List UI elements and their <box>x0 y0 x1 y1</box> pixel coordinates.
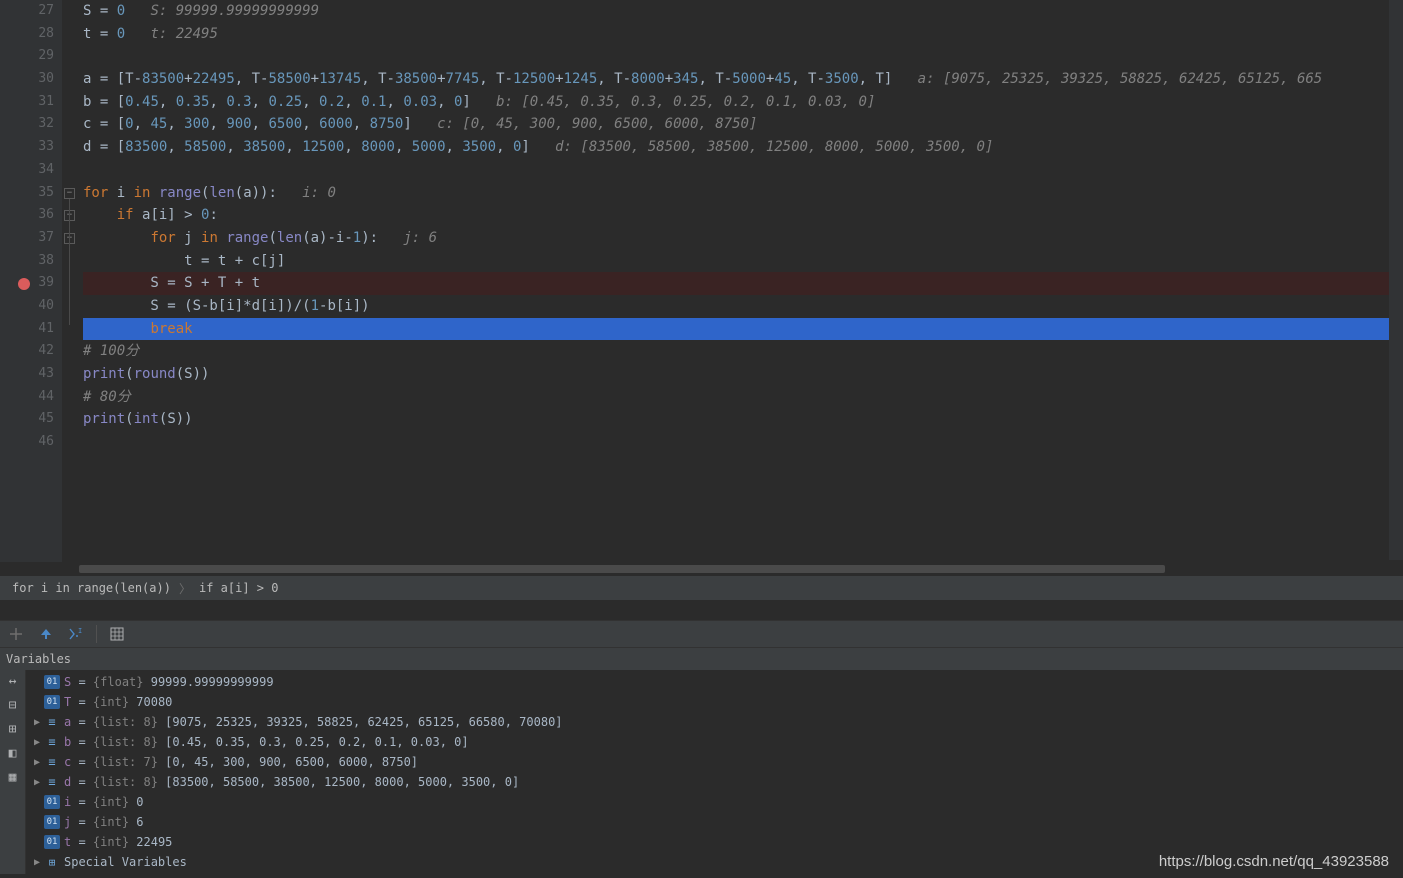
fold-column[interactable]: −−− <box>62 0 79 562</box>
breadcrumb-item[interactable]: if a[i] > 0 <box>199 581 278 595</box>
line-number[interactable]: 45 <box>21 408 54 431</box>
variable-type-icon: ≡ <box>44 755 60 769</box>
code-line[interactable]: for j in range(len(a)-i-1): j: 6 <box>83 227 1403 250</box>
variable-row[interactable]: ▶01j = {int} 6 <box>26 812 1403 832</box>
code-line[interactable]: if a[i] > 0: <box>83 204 1403 227</box>
line-number[interactable]: 44 <box>21 386 54 409</box>
variable-type-icon: ≡ <box>44 715 60 729</box>
variable-type-icon: 01 <box>44 695 60 709</box>
line-number[interactable]: 29 <box>21 45 54 68</box>
horizontal-scrollbar[interactable] <box>79 562 1403 576</box>
variable-type-icon: ≡ <box>44 735 60 749</box>
scrollbar-thumb[interactable] <box>79 565 1165 573</box>
watermark-text: https://blog.csdn.net/qq_43923588 <box>1159 853 1389 870</box>
code-line[interactable] <box>83 159 1403 182</box>
tool-icon[interactable]: ⊟ <box>4 698 22 716</box>
tool-icon[interactable]: ⊞ <box>4 722 22 740</box>
left-margin <box>0 0 17 562</box>
fold-toggle-icon[interactable]: − <box>64 188 75 199</box>
variable-row[interactable]: ▶01t = {int} 22495 <box>26 832 1403 852</box>
line-number[interactable]: 39 <box>21 272 54 295</box>
breadcrumb-item[interactable]: for i in range(len(a)) <box>12 581 171 595</box>
code-lines[interactable]: S = 0 S: 99999.99999999999t = 0 t: 22495… <box>79 0 1403 562</box>
code-line[interactable]: d = [83500, 58500, 38500, 12500, 8000, 5… <box>83 136 1403 159</box>
code-line[interactable]: S = 0 S: 99999.99999999999 <box>83 0 1403 23</box>
line-number[interactable]: 32 <box>21 113 54 136</box>
line-number[interactable]: 27 <box>21 0 54 23</box>
variable-type-icon: ≡ <box>44 775 60 789</box>
code-line[interactable]: # 80分 <box>83 386 1403 409</box>
code-line[interactable]: t = 0 t: 22495 <box>83 23 1403 46</box>
code-area[interactable]: 2728293031323334353637383940414243444546… <box>0 0 1403 562</box>
code-line[interactable]: a = [T-83500+22495, T-58500+13745, T-385… <box>83 68 1403 91</box>
variables-panel-header[interactable]: Variables <box>0 648 1403 670</box>
right-marker-gutter <box>1389 0 1403 560</box>
line-number[interactable]: 28 <box>21 23 54 46</box>
code-line[interactable] <box>83 431 1403 454</box>
line-number[interactable]: 46 <box>21 431 54 454</box>
breakpoint-icon[interactable] <box>18 278 30 290</box>
code-line[interactable]: print(int(S)) <box>83 408 1403 431</box>
line-number[interactable]: 33 <box>21 136 54 159</box>
breadcrumb[interactable]: for i in range(len(a)) 〉 if a[i] > 0 <box>0 576 1403 600</box>
variables-side-toolbar: ↔ ⊟ ⊞ ◧ ▦ <box>0 670 26 874</box>
variable-row[interactable]: ▶≡d = {list: 8} [83500, 58500, 38500, 12… <box>26 772 1403 792</box>
code-line[interactable]: c = [0, 45, 300, 900, 6500, 6000, 8750] … <box>83 113 1403 136</box>
line-number[interactable]: 42 <box>21 340 54 363</box>
variable-type-icon: 01 <box>44 815 60 829</box>
variables-tree[interactable]: ▶01S = {float} 99999.99999999999▶01T = {… <box>26 670 1403 874</box>
line-number[interactable]: 40 <box>21 295 54 318</box>
toolbar-separator <box>96 625 97 643</box>
expand-arrow-icon[interactable]: ▶ <box>30 737 44 748</box>
variable-row[interactable]: ▶01i = {int} 0 <box>26 792 1403 812</box>
collapse-icon[interactable]: ↔ <box>4 674 22 692</box>
code-line[interactable]: S = S + T + t <box>83 272 1403 295</box>
code-line[interactable]: break <box>83 318 1403 341</box>
add-watch-icon[interactable] <box>6 624 26 644</box>
variable-row[interactable]: ▶01S = {float} 99999.99999999999 <box>26 672 1403 692</box>
code-line[interactable]: b = [0.45, 0.35, 0.3, 0.25, 0.2, 0.1, 0.… <box>83 91 1403 114</box>
code-line[interactable]: print(round(S)) <box>83 363 1403 386</box>
expand-arrow-icon[interactable]: ▶ <box>30 717 44 728</box>
variable-row[interactable]: ▶01T = {int} 70080 <box>26 692 1403 712</box>
variable-row[interactable]: ▶≡b = {list: 8} [0.45, 0.35, 0.3, 0.25, … <box>26 732 1403 752</box>
expand-arrow-icon[interactable]: ▶ <box>30 757 44 768</box>
line-number[interactable]: 35 <box>21 182 54 205</box>
tool-icon[interactable]: ◧ <box>4 746 22 764</box>
variable-row[interactable]: ▶≡c = {list: 7} [0, 45, 300, 900, 6500, … <box>26 752 1403 772</box>
expand-arrow-icon[interactable]: ▶ <box>30 857 44 868</box>
line-number[interactable]: 38 <box>21 250 54 273</box>
debug-toolbar: I <box>0 620 1403 648</box>
line-number[interactable]: 41 <box>21 318 54 341</box>
line-number[interactable]: 34 <box>21 159 54 182</box>
code-line[interactable]: # 100分 <box>83 340 1403 363</box>
evaluate-icon[interactable]: I <box>66 624 86 644</box>
line-number[interactable]: 37 <box>21 227 54 250</box>
code-line[interactable]: t = t + c[j] <box>83 250 1403 273</box>
variable-type-icon: ⊞ <box>44 855 60 869</box>
tool-icon[interactable]: ▦ <box>4 770 22 788</box>
code-line[interactable]: for i in range(len(a)): i: 0 <box>83 182 1403 205</box>
code-line[interactable]: S = (S-b[i]*d[i])/(1-b[i]) <box>83 295 1403 318</box>
svg-text:I: I <box>78 627 82 635</box>
variables-panel: ↔ ⊟ ⊞ ◧ ▦ ▶01S = {float} 99999.999999999… <box>0 670 1403 874</box>
variable-type-icon: 01 <box>44 675 60 689</box>
code-line[interactable] <box>83 45 1403 68</box>
line-number[interactable]: 36 <box>21 204 54 227</box>
up-arrow-icon[interactable] <box>36 624 56 644</box>
variable-type-icon: 01 <box>44 795 60 809</box>
variable-type-icon: 01 <box>44 835 60 849</box>
line-number-gutter[interactable]: 2728293031323334353637383940414243444546 <box>17 0 62 562</box>
chevron-right-icon: 〉 <box>179 580 191 597</box>
expand-arrow-icon[interactable]: ▶ <box>30 777 44 788</box>
line-number[interactable]: 31 <box>21 91 54 114</box>
editor-container: 2728293031323334353637383940414243444546… <box>0 0 1403 600</box>
grid-icon[interactable] <box>107 624 127 644</box>
variable-row[interactable]: ▶≡a = {list: 8} [9075, 25325, 39325, 588… <box>26 712 1403 732</box>
line-number[interactable]: 43 <box>21 363 54 386</box>
line-number[interactable]: 30 <box>21 68 54 91</box>
